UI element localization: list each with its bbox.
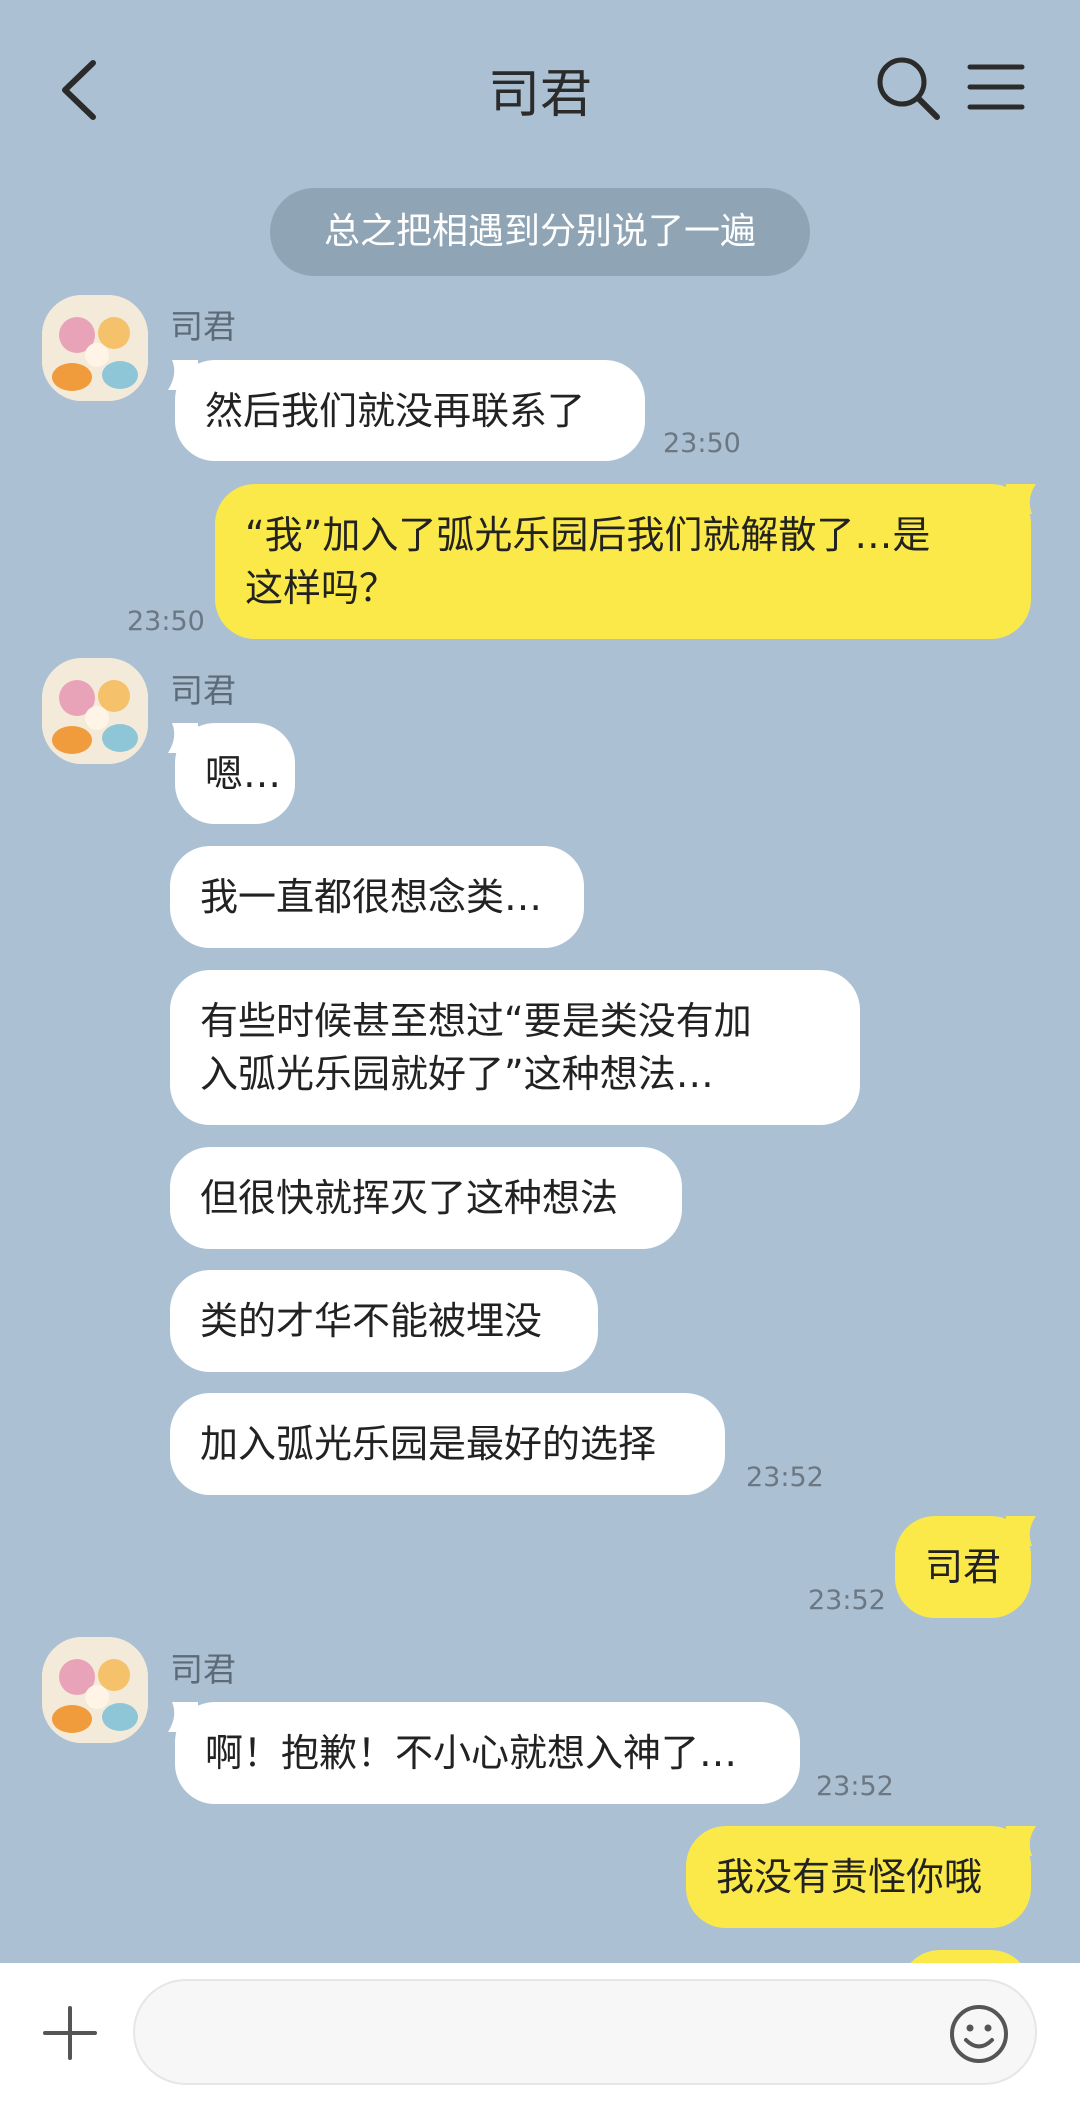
message-time: 23:52 bbox=[816, 1771, 894, 1802]
message-bubble[interactable]: 然后我们就没再联系了 bbox=[175, 360, 645, 461]
message-line: 入弧光乐园就好了”这种想法… bbox=[200, 1052, 714, 1096]
message-line: 这样吗？ bbox=[245, 566, 398, 610]
smiley-icon bbox=[950, 2005, 1008, 2063]
message-time: 23:50 bbox=[127, 606, 205, 637]
chat-header: 司君 bbox=[0, 0, 1080, 180]
back-button[interactable] bbox=[55, 55, 105, 125]
message-bubble[interactable]: 类的才华不能被埋没 bbox=[170, 1270, 598, 1372]
message-bubble[interactable]: 啊！抱歉！不小心就想入神了… bbox=[175, 1702, 800, 1804]
message-bubble[interactable]: 加入弧光乐园是最好的选择 bbox=[170, 1393, 725, 1495]
avatar[interactable] bbox=[42, 1637, 148, 1743]
sender-name: 司君 bbox=[170, 671, 236, 710]
message-bubble[interactable]: 嗯… bbox=[175, 723, 295, 824]
message-line: “我”加入了弧光乐园后我们就解散了…是 bbox=[245, 513, 931, 557]
search-button[interactable] bbox=[875, 55, 941, 121]
message-time: 23:52 bbox=[746, 1462, 824, 1493]
avatar-image bbox=[42, 658, 148, 764]
emoji-button[interactable] bbox=[948, 2003, 1010, 2065]
avatar[interactable] bbox=[42, 658, 148, 764]
message-time: 23:50 bbox=[663, 428, 741, 459]
chevron-left-icon bbox=[62, 60, 96, 120]
menu-button[interactable] bbox=[966, 62, 1026, 112]
system-message: 总之把相遇到分别说了一遍 bbox=[270, 188, 810, 276]
avatar-image bbox=[42, 1637, 148, 1743]
plus-icon bbox=[43, 2006, 97, 2060]
sender-name: 司君 bbox=[170, 1650, 236, 1689]
message-time: 23:52 bbox=[808, 1585, 886, 1616]
avatar-image bbox=[42, 295, 148, 401]
my-message-bubble[interactable]: 我没有责怪你哦 bbox=[686, 1826, 1031, 1928]
message-line: 有些时候甚至想过“要是类没有加 bbox=[200, 999, 752, 1043]
bubble-tail bbox=[1006, 1826, 1036, 1856]
bubble-tail bbox=[1006, 484, 1036, 514]
search-icon bbox=[877, 57, 940, 120]
message-bubble[interactable]: 我一直都很想念类… bbox=[170, 846, 584, 948]
message-input[interactable] bbox=[133, 1979, 1037, 2085]
message-bubble[interactable]: 但很快就挥灭了这种想法 bbox=[170, 1147, 682, 1249]
hamburger-menu-icon bbox=[967, 64, 1025, 110]
message-bubble[interactable]: 有些时候甚至想过“要是类没有加 入弧光乐园就好了”这种想法… bbox=[170, 970, 860, 1125]
my-message-bubble[interactable]: “我”加入了弧光乐园后我们就解散了…是 这样吗？ bbox=[215, 484, 1031, 639]
avatar[interactable] bbox=[42, 295, 148, 401]
input-bar bbox=[0, 1963, 1080, 2101]
bubble-tail bbox=[1006, 1516, 1036, 1546]
sender-name: 司君 bbox=[170, 307, 236, 346]
attach-button[interactable] bbox=[40, 2003, 100, 2063]
